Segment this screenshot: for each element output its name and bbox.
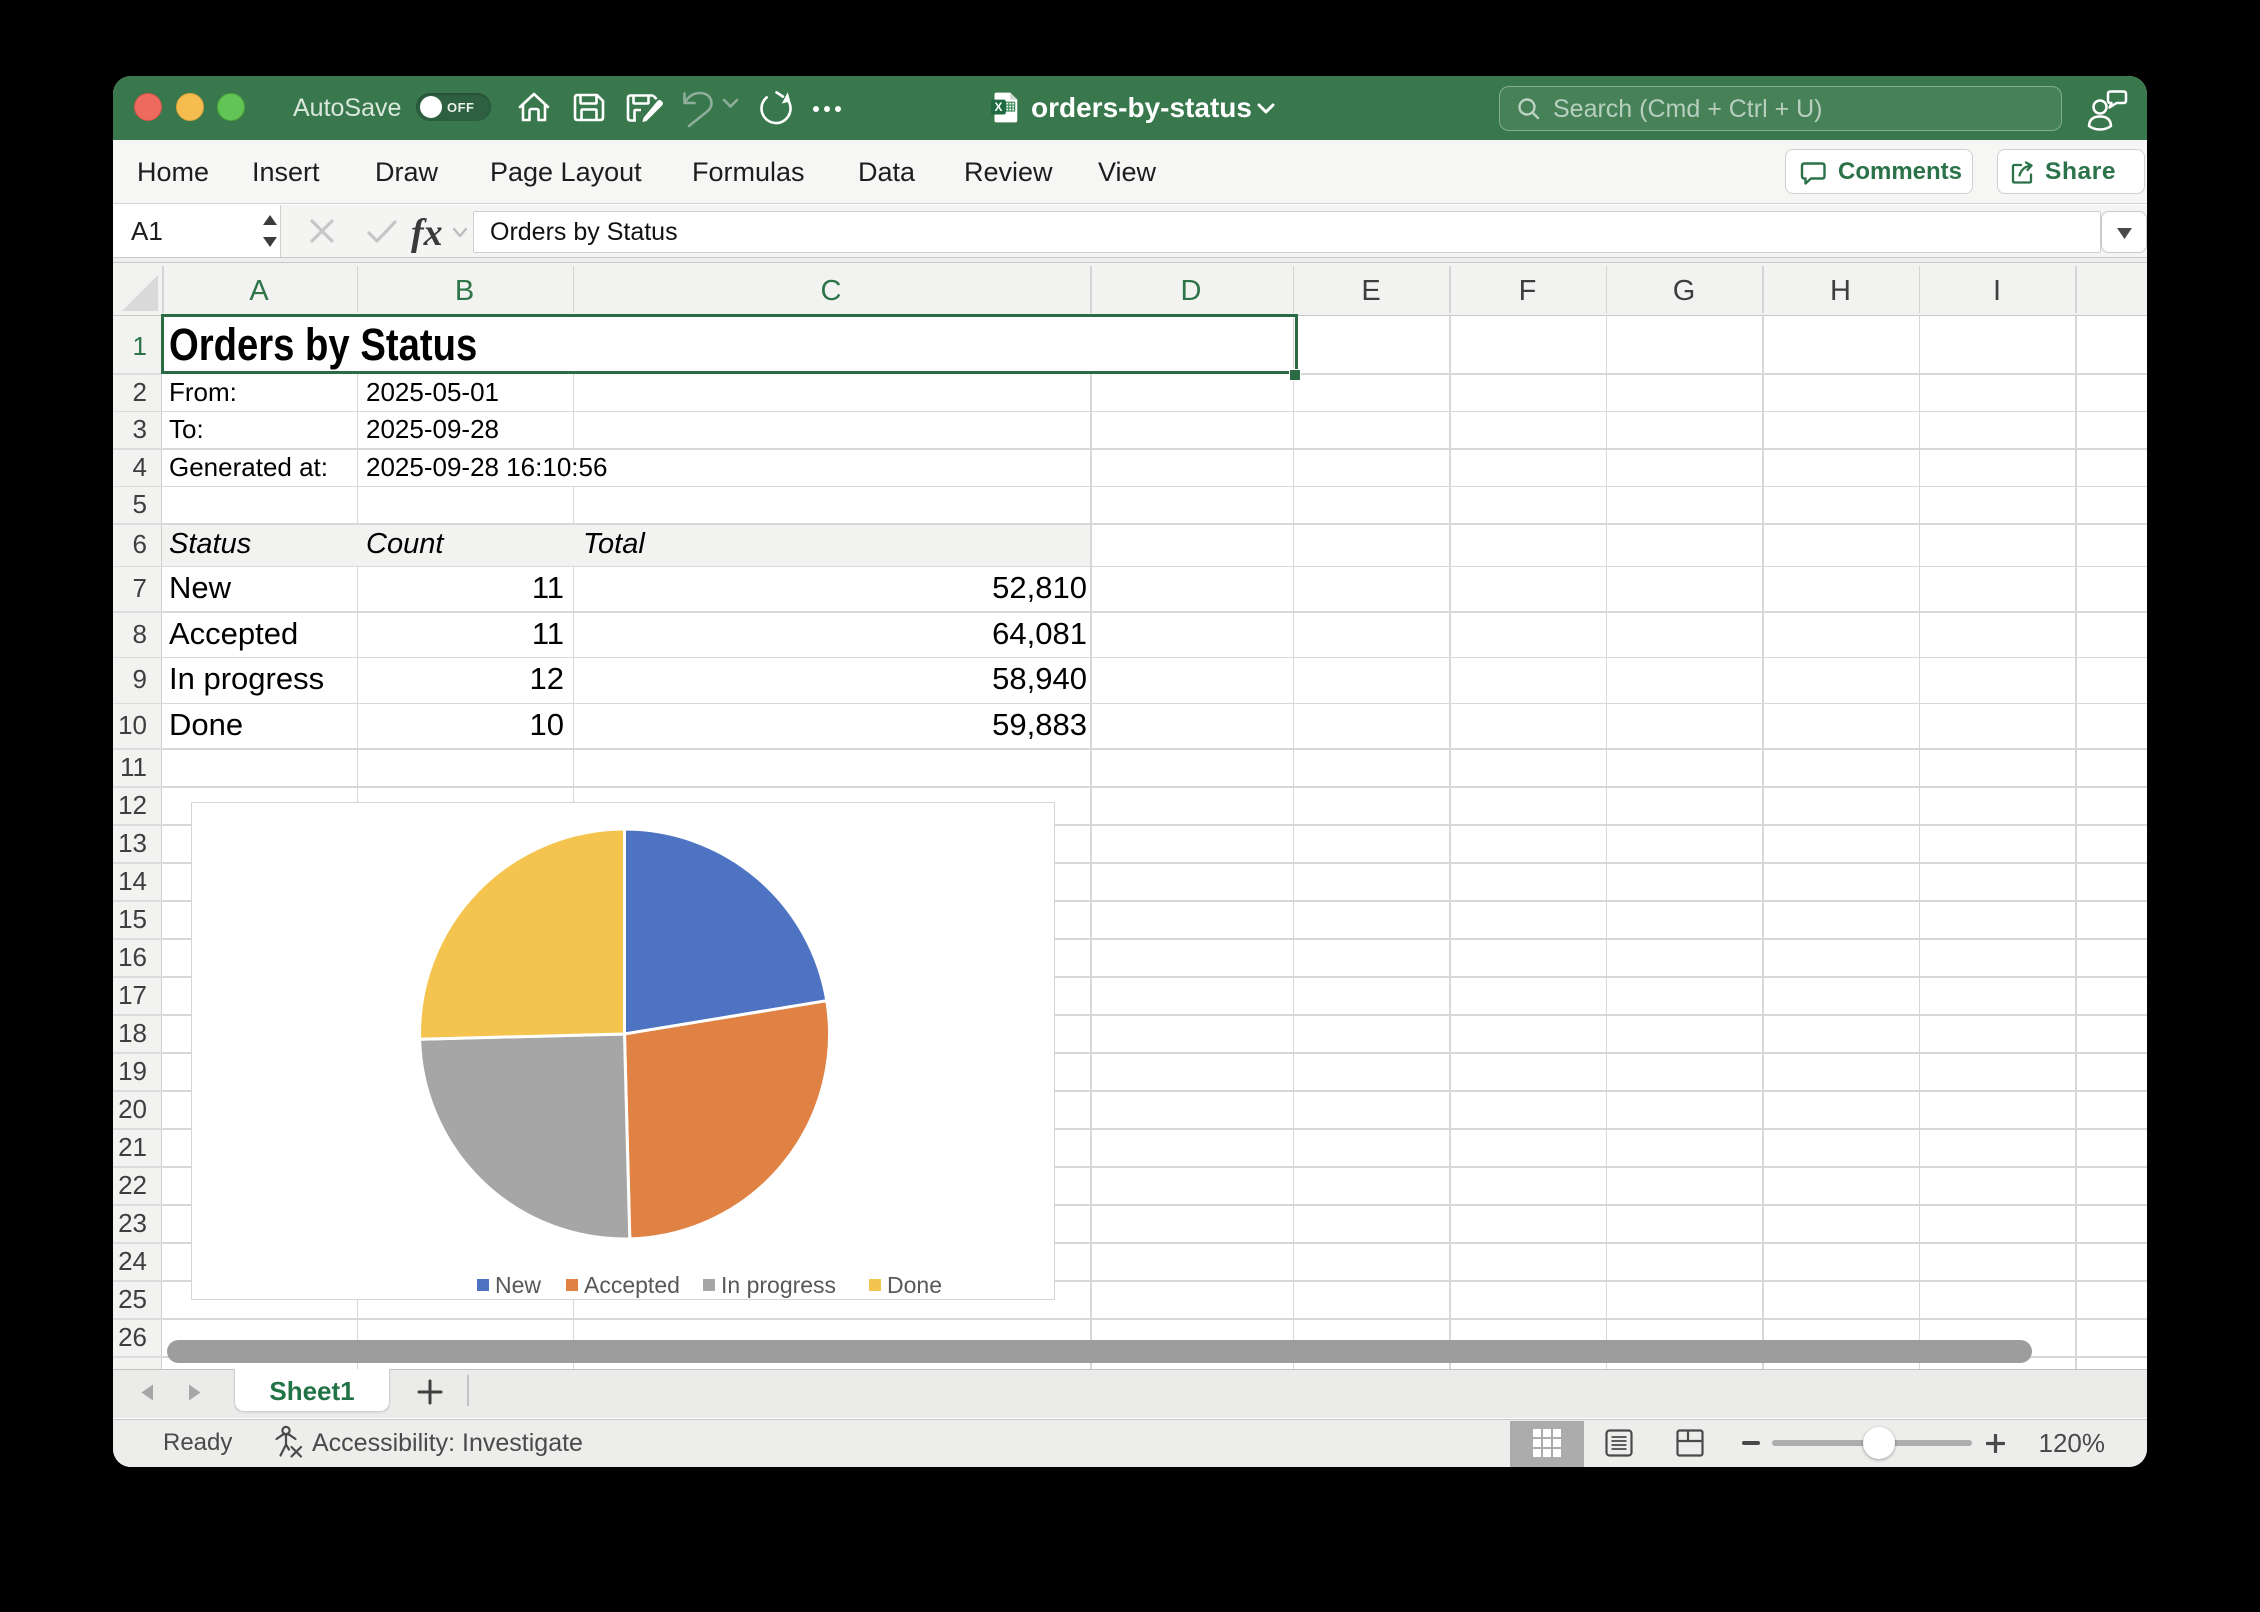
svg-text:X: X bbox=[995, 100, 1003, 114]
